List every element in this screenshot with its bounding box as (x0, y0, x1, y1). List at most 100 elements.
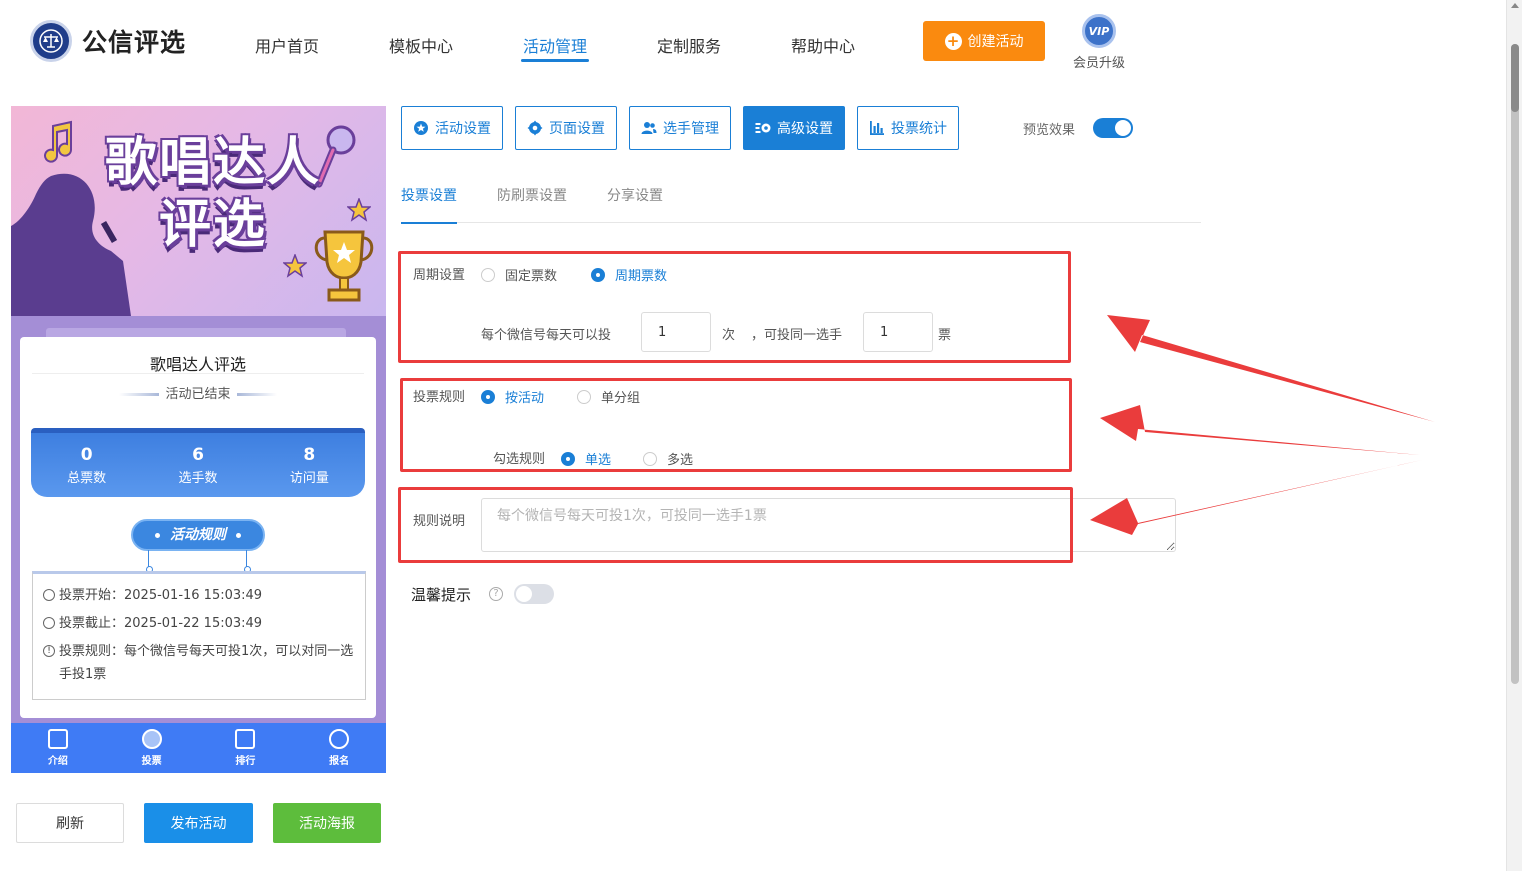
activity-status: 活动已结束 (20, 383, 376, 402)
period-label: 周期设置 (413, 268, 466, 283)
tab-vote[interactable]: 投票 (105, 723, 199, 773)
check-rule-label: 勾选规则 (493, 452, 546, 467)
radio-label: 多选 (667, 453, 694, 468)
rule-text: 投票开始：2025-01-16 15:03:49 (59, 588, 263, 603)
radio-label: 周期票数 (615, 269, 668, 284)
preview-tabbar: 介绍 投票 排行 报名 (11, 723, 386, 773)
subtab-vote-settings[interactable]: 投票设置 (401, 178, 457, 224)
music-note-icon (44, 120, 72, 163)
nav-templates[interactable]: 模板中心 (354, 0, 488, 80)
preview-toggle-label: 预览效果 (1023, 122, 1076, 138)
settings-tabs: 活动设置 页面设置 选手管理 高级设置 投票统计 (401, 106, 959, 150)
publish-button[interactable]: 发布活动 (144, 803, 253, 843)
radio-fixed-votes[interactable]: 固定票数 (481, 265, 557, 284)
radio-label: 单分组 (601, 391, 641, 406)
radio-multi-select[interactable]: 多选 (643, 449, 693, 468)
tab-label: 页面设置 (549, 121, 605, 137)
times-unit: 次 (722, 328, 736, 343)
tab-contestant-manage[interactable]: 选手管理 (629, 106, 731, 150)
stat-contestants: 6 选手数 (142, 433, 253, 497)
star-icon (347, 198, 371, 222)
scroll-up-icon[interactable] (1511, 3, 1519, 8)
tab-activity-settings[interactable]: 活动设置 (401, 106, 503, 150)
tab-advanced-settings[interactable]: 高级设置 (743, 106, 845, 150)
tab-page-settings[interactable]: 页面设置 (515, 106, 617, 150)
tab-label: 选手管理 (663, 121, 719, 137)
nav-home[interactable]: 用户首页 (220, 0, 354, 80)
banner-title-line1: 歌唱达人 (104, 133, 321, 193)
logo-text: 公信评选 (82, 28, 187, 57)
radio-single-select[interactable]: 单选 (561, 449, 611, 468)
radio-by-activity[interactable]: 按活动 (481, 387, 544, 406)
tab-intro[interactable]: 介绍 (11, 723, 105, 773)
advanced-gear-icon (755, 123, 771, 133)
votes-per-contestant-input[interactable] (863, 312, 933, 352)
scroll-track (1511, 44, 1519, 684)
vip-icon: VIP (1082, 14, 1116, 48)
radio-label: 单选 (585, 453, 612, 468)
stat-value: 6 (192, 445, 204, 465)
create-activity-label: 创建活动 (967, 34, 1024, 50)
refresh-button[interactable]: 刷新 (16, 803, 124, 843)
nav-help[interactable]: 帮助中心 (756, 0, 890, 80)
times-per-day-input[interactable] (641, 312, 711, 352)
main-nav: 用户首页 模板中心 活动管理 定制服务 帮助中心 (220, 0, 890, 80)
votes-unit: 票 (938, 328, 952, 343)
radio-periodic-votes[interactable]: 周期票数 (591, 265, 667, 284)
rule-string (146, 550, 153, 573)
rule-vote-start: 投票开始：2025-01-16 15:03:49 (43, 584, 355, 607)
rule-vote-end: 投票截止：2025-01-22 15:03:49 (43, 612, 355, 635)
warm-tip-toggle[interactable] (514, 584, 554, 604)
rule-vote-rule: ! 投票规则：每个微信号每天可投1次，可以对同一选手投1票 (43, 640, 355, 686)
rules-button-label: 活动规则 (170, 527, 226, 543)
banner-title-line2: 评选 (158, 195, 267, 255)
warm-tip-label: 温馨提示 (411, 586, 472, 604)
rules-button[interactable]: 活动规则 (131, 519, 265, 551)
subtab-share-settings[interactable]: 分享设置 (607, 178, 663, 223)
banner-title: 歌唱达人 评选 (83, 132, 343, 256)
vip-upgrade[interactable]: VIP 会员升级 (1066, 14, 1132, 71)
rule-string (244, 550, 251, 573)
highlight-box-description (398, 487, 1073, 563)
poster-button[interactable]: 活动海报 (273, 803, 381, 843)
star-circle-icon (414, 121, 428, 135)
vip-label: 会员升级 (1072, 56, 1125, 71)
radio-circle-icon (561, 451, 575, 466)
card-title: 歌唱达人评选 (149, 355, 246, 374)
tab-signup[interactable]: 报名 (292, 723, 386, 773)
scroll-thumb[interactable] (1511, 44, 1519, 112)
tab-label: 投票 (141, 756, 162, 767)
page-scrollbar[interactable] (1506, 0, 1522, 871)
tab-label: 高级设置 (777, 121, 833, 137)
tab-vote-stats[interactable]: 投票统计 (857, 106, 959, 150)
radio-label: 按活动 (505, 391, 545, 406)
create-activity-button[interactable]: + 创建活动 (923, 21, 1045, 61)
info-icon: ! (43, 645, 55, 657)
logo[interactable]: 公信评选 (30, 20, 186, 62)
period-text-mid: ，可投同一选手 (751, 328, 843, 343)
tab-ranking[interactable]: 排行 (199, 723, 293, 773)
subtab-anti-fraud[interactable]: 防刷票设置 (497, 178, 567, 223)
nav-activity-manage[interactable]: 活动管理 (488, 0, 622, 80)
phone-preview: 歌唱达人 评选 歌唱达人评选 活动已结束 0 总票数 6 选手数 8 访问量 活… (11, 106, 386, 773)
tab-label: 介绍 (47, 756, 68, 767)
period-text-before: 每个微信号每天可以投 (481, 328, 612, 343)
preview-toggle-group: 预览效果 (1023, 118, 1134, 138)
activity-card: 歌唱达人评选 活动已结束 0 总票数 6 选手数 8 访问量 活动规则 投票开始… (20, 337, 376, 718)
help-icon[interactable]: ? (489, 587, 503, 601)
rule-description-label: 规则说明 (413, 514, 466, 529)
preview-toggle[interactable] (1093, 118, 1134, 138)
gear-icon (527, 120, 543, 136)
nav-custom-service[interactable]: 定制服务 (622, 0, 756, 80)
radio-by-group[interactable]: 单分组 (577, 387, 640, 406)
dot-icon (155, 532, 160, 538)
document-icon (47, 729, 68, 749)
tab-label: 投票统计 (891, 121, 947, 137)
stat-label: 总票数 (67, 471, 107, 486)
clock-icon (43, 617, 55, 629)
stat-visits: 8 访问量 (254, 433, 365, 497)
radio-circle-icon (591, 267, 605, 282)
stat-label: 选手数 (178, 471, 218, 486)
activity-banner: 歌唱达人 评选 (11, 106, 386, 316)
radio-circle-icon (643, 451, 657, 466)
